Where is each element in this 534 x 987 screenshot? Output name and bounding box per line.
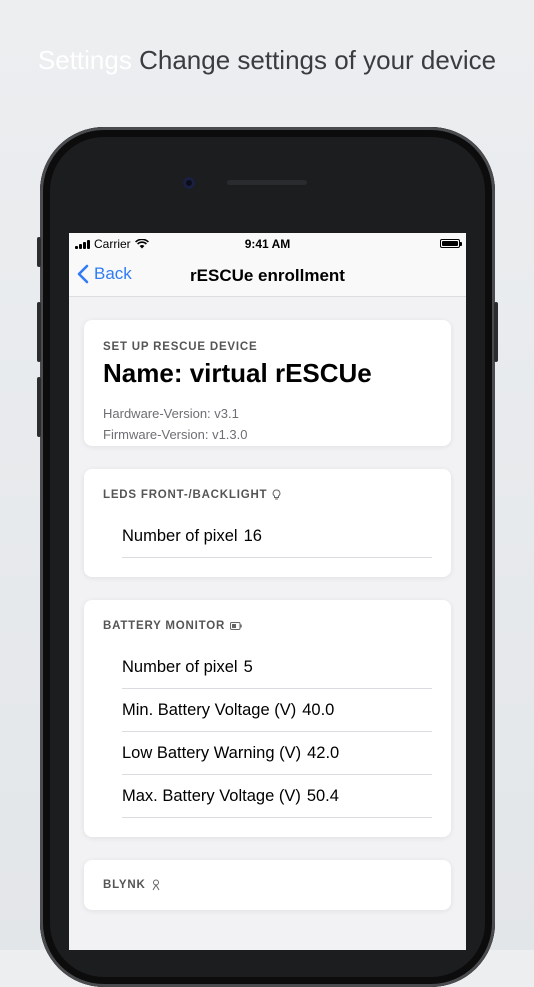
battery-row-low-warning[interactable]: Low Battery Warning (V) 42.0 bbox=[122, 732, 432, 775]
row-label: Number of pixel bbox=[122, 526, 238, 545]
blynk-card: BLYNK bbox=[84, 860, 451, 910]
row-label: Number of pixel bbox=[122, 657, 238, 676]
hardware-version: Hardware-Version: v3.1 bbox=[103, 406, 239, 421]
battery-status-icon bbox=[440, 239, 462, 248]
power-button bbox=[494, 302, 498, 362]
volume-down-button bbox=[37, 377, 41, 437]
status-time: 9:41 AM bbox=[244, 237, 291, 251]
blynk-header-label: BLYNK bbox=[103, 879, 146, 891]
row-value: 16 bbox=[243, 526, 262, 545]
battery-card-header: BATTERY MONITOR bbox=[103, 620, 432, 632]
row-value: 42.0 bbox=[307, 743, 340, 762]
front-camera bbox=[183, 177, 195, 189]
leds-card-header: LEDS FRONT-/BACKLIGHT bbox=[103, 489, 432, 501]
battery-header-label: BATTERY MONITOR bbox=[103, 620, 226, 632]
headline-strong: Settings bbox=[37, 45, 132, 75]
volume-up-button bbox=[37, 302, 41, 362]
content-scroll[interactable]: SET UP RESCUE DEVICE Name: virtual rESCU… bbox=[69, 297, 466, 910]
status-bar: Carrier 9:41 AM bbox=[69, 233, 466, 255]
mute-switch bbox=[37, 237, 41, 267]
blynk-card-header: BLYNK bbox=[103, 879, 432, 891]
leds-card: LEDS FRONT-/BACKLIGHT Number of pixel 16 bbox=[84, 469, 451, 577]
leds-header-label: LEDS FRONT-/BACKLIGHT bbox=[103, 489, 268, 501]
row-label: Max. Battery Voltage (V) bbox=[122, 786, 301, 805]
row-label: Low Battery Warning (V) bbox=[122, 743, 302, 762]
app-screen: Carrier 9:41 AM Back rESCUe enrollment S… bbox=[69, 233, 466, 950]
row-label: Min. Battery Voltage (V) bbox=[122, 700, 297, 719]
battery-row-min-voltage[interactable]: Min. Battery Voltage (V) 40.0 bbox=[122, 689, 432, 732]
lightbulb-icon bbox=[272, 489, 281, 500]
promo-headline: Settings Change settings of your device bbox=[0, 45, 534, 76]
battery-row-max-voltage[interactable]: Max. Battery Voltage (V) 50.4 bbox=[122, 775, 432, 818]
nav-title: rESCUe enrollment bbox=[190, 266, 345, 285]
row-value: 40.0 bbox=[302, 700, 335, 719]
row-value: 50.4 bbox=[306, 786, 339, 805]
leds-row-pixels[interactable]: Number of pixel 16 bbox=[122, 515, 432, 558]
battery-icon bbox=[230, 622, 242, 630]
device-card: SET UP RESCUE DEVICE Name: virtual rESCU… bbox=[84, 320, 451, 446]
device-name: Name: virtual rESCUe bbox=[103, 358, 372, 388]
navigation-bar: Back rESCUe enrollment bbox=[69, 255, 466, 297]
firmware-version: Firmware-Version: v1.3.0 bbox=[103, 427, 248, 442]
headline-rest: Change settings of your device bbox=[139, 45, 497, 75]
battery-row-pixels[interactable]: Number of pixel 5 bbox=[122, 646, 432, 689]
blynk-icon bbox=[152, 879, 159, 891]
battery-card: BATTERY MONITOR Number of pixel 5 Min. B… bbox=[84, 600, 451, 837]
device-card-header: SET UP RESCUE DEVICE bbox=[103, 341, 258, 353]
earpiece-speaker bbox=[227, 180, 307, 185]
row-value: 5 bbox=[243, 657, 253, 676]
